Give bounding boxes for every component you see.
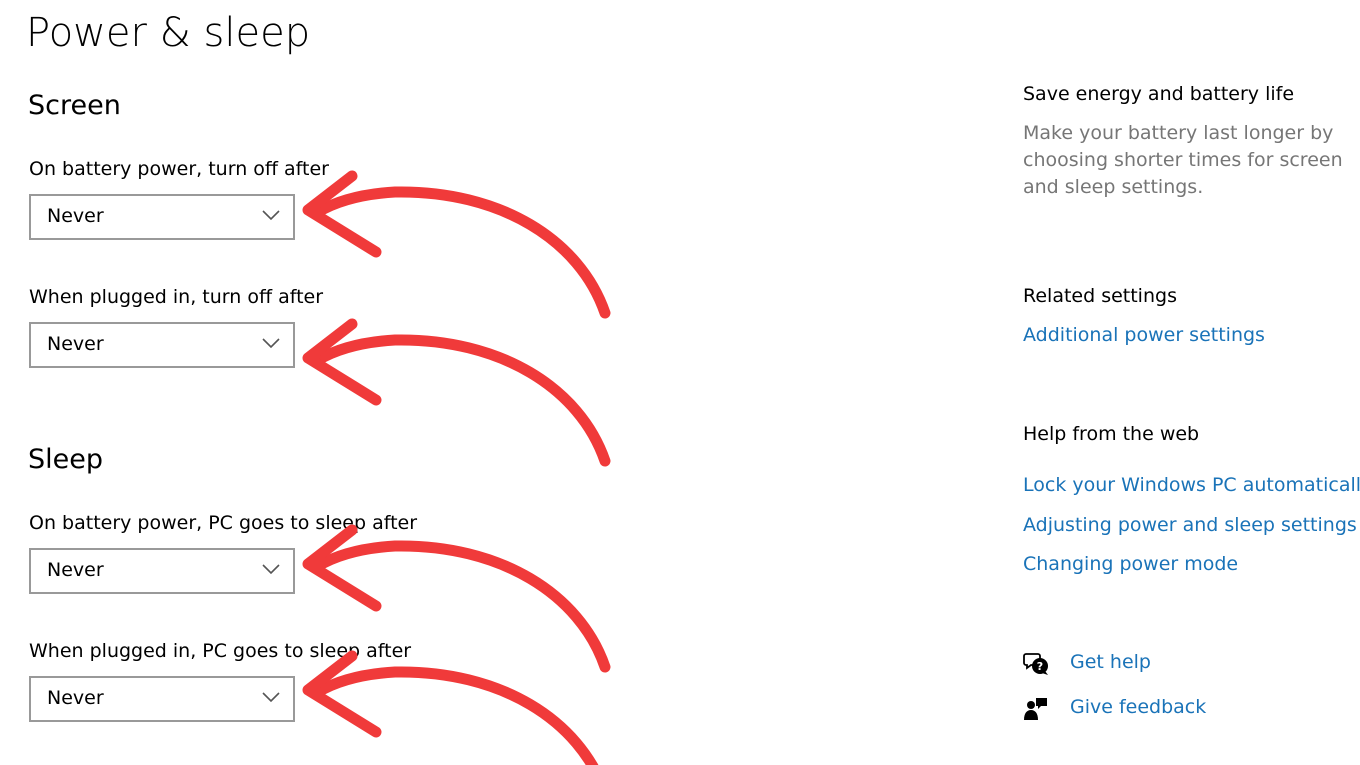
curved-arrow-icon [302,170,611,319]
additional-power-settings-link[interactable]: Additional power settings [1023,324,1265,346]
lock-pc-link[interactable]: Lock your Windows PC automatically [1023,474,1360,496]
screen-plugged-value: Never [47,333,104,355]
help-chat-icon: ? [1023,653,1048,675]
changing-power-mode-link[interactable]: Changing power mode [1023,553,1238,575]
help-from-web-heading: Help from the web [1023,423,1200,445]
chevron-down-icon [262,692,280,703]
give-feedback-label: Give feedback [1070,696,1207,718]
screen-battery-dropdown[interactable]: Never [29,194,295,240]
curved-arrow-icon [302,650,599,765]
chevron-down-icon [262,210,280,221]
feedback-person-icon [1024,698,1047,720]
sleep-battery-label: On battery power, PC goes to sleep after [29,512,418,534]
related-settings-heading: Related settings [1023,285,1177,307]
screen-battery-label: On battery power, turn off after [29,158,329,180]
svg-text:?: ? [1037,660,1043,673]
screen-battery-value: Never [47,205,104,227]
settings-page: Power & sleep Screen On battery power, t… [0,0,1360,765]
chevron-down-icon [262,338,280,349]
sleep-battery-dropdown[interactable]: Never [29,548,295,594]
page-title: Power & sleep [26,10,311,56]
screen-heading: Screen [28,90,121,121]
adjusting-power-link[interactable]: Adjusting power and sleep settings [1023,514,1357,536]
save-energy-heading: Save energy and battery life [1023,83,1295,105]
save-energy-text: Make your battery last longer by choosin… [1023,122,1343,198]
sleep-heading: Sleep [28,444,104,475]
screen-plugged-label: When plugged in, turn off after [29,286,324,308]
sleep-plugged-dropdown[interactable]: Never [29,676,295,722]
screen-plugged-dropdown[interactable]: Never [29,322,295,368]
chevron-down-icon [262,564,280,575]
get-help-label: Get help [1070,651,1151,673]
sleep-plugged-label: When plugged in, PC goes to sleep after [29,640,412,662]
sleep-battery-value: Never [47,559,104,581]
curved-arrow-icon [302,318,611,467]
sleep-plugged-value: Never [47,687,104,709]
